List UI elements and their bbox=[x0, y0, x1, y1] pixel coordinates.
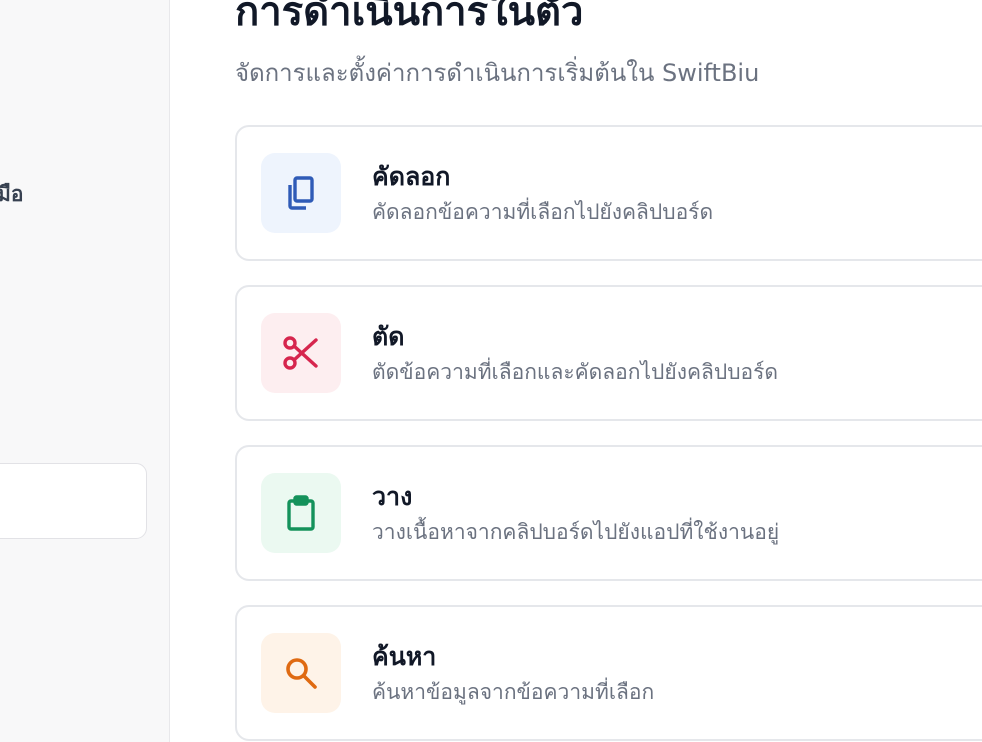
copy-icon bbox=[261, 153, 341, 233]
action-title: ค้นหา bbox=[372, 642, 437, 671]
clipboard-icon bbox=[261, 473, 341, 553]
action-card-copy[interactable]: คัดลอก คัดลอกข้อความที่เลือกไปยังคลิปบอร… bbox=[235, 125, 982, 261]
action-description: วางเนื้อหาจากคลิปบอร์ดไปยังแอปที่ใช้งานอ… bbox=[372, 520, 780, 544]
main-content: การดำเนินการในตัว จัดการและตั้งค่าการดำเ… bbox=[171, 0, 982, 742]
scissors-icon bbox=[261, 313, 341, 393]
action-card-cut[interactable]: ตัด ตัดข้อความที่เลือกและคัดลอกไปยังคลิป… bbox=[235, 285, 982, 421]
sidebar-item-label[interactable]: มือ bbox=[0, 178, 23, 211]
page-subtitle: จัดการและตั้งค่าการดำเนินการเริ่มต้นใน S… bbox=[235, 59, 760, 87]
action-title: ตัด bbox=[372, 322, 405, 351]
sidebar: มือ bbox=[0, 0, 170, 742]
action-title: คัดลอก bbox=[372, 162, 451, 191]
action-description: คัดลอกข้อความที่เลือกไปยังคลิปบอร์ด bbox=[372, 200, 714, 224]
action-card-search[interactable]: ค้นหา ค้นหาข้อมูลจากข้อความที่เลือก bbox=[235, 605, 982, 741]
action-card-paste[interactable]: วาง วางเนื้อหาจากคลิปบอร์ดไปยังแอปที่ใช้… bbox=[235, 445, 982, 581]
search-icon bbox=[261, 633, 341, 713]
sidebar-panel[interactable] bbox=[0, 463, 147, 539]
action-description: ค้นหาข้อมูลจากข้อความที่เลือก bbox=[372, 680, 655, 704]
action-description: ตัดข้อความที่เลือกและคัดลอกไปยังคลิปบอร์… bbox=[372, 360, 779, 384]
page-title: การดำเนินการในตัว bbox=[235, 0, 584, 35]
action-title: วาง bbox=[372, 482, 413, 511]
